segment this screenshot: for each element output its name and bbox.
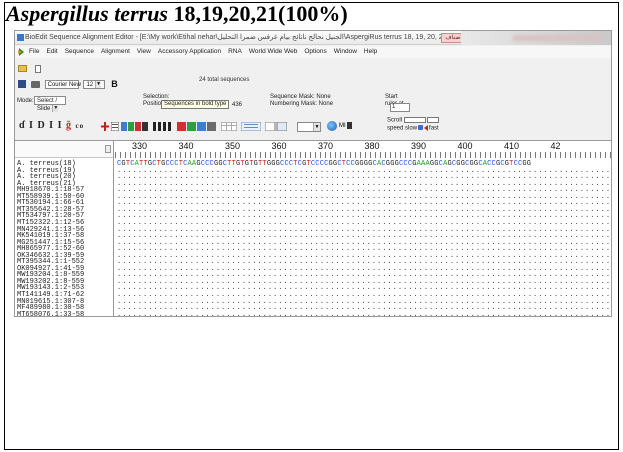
color-block-icons[interactable] [121, 122, 149, 131]
save-icon[interactable] [18, 80, 26, 88]
sequence-names-panel: A. terreus(18) A. terreus(19) A. terreus(2… [15, 141, 114, 316]
font-size-value: 12 [86, 81, 94, 88]
open-folder-icon[interactable] [18, 65, 27, 73]
view-select[interactable]: ▼ [297, 122, 321, 132]
menu-item-help[interactable]: Help [364, 48, 377, 55]
grid-icon[interactable] [111, 122, 119, 131]
speed-label: speed [387, 125, 404, 132]
figure-title: Aspergillus terrus 18,19,20,21(100%) [6, 1, 348, 27]
bar-icons[interactable] [153, 122, 173, 131]
block-icon [346, 122, 352, 129]
title-bar-controls[interactable] [461, 31, 611, 45]
menu-item-file[interactable]: File [29, 48, 39, 55]
ruler-label: 370 [318, 141, 334, 151]
menu-item-view[interactable]: View [137, 48, 151, 55]
font-toolbar: Courier New▼ 12▼ B [18, 77, 118, 91]
scroll-label: Scroll [387, 117, 403, 124]
menu-item-accessory-application[interactable]: Accessory Application [158, 48, 221, 55]
alignment-panel: A. terreus(18) A. terreus(19) A. terreus(2… [15, 140, 611, 316]
font-name-value: Courier New [47, 81, 81, 88]
ruler-label: 350 [225, 141, 241, 151]
blurred-area [513, 35, 603, 41]
title-bar: BioEdit Sequence Alignment Editor - [E:\… [15, 31, 611, 45]
ruler-label: 390 [411, 141, 427, 151]
menu-item-window[interactable]: Window [334, 48, 357, 55]
mil-label[interactable]: MI [339, 122, 352, 129]
scroll-arrow-icon[interactable] [105, 145, 111, 153]
ruler-label: 400 [457, 141, 473, 151]
total-sequences: 24 total sequences [199, 77, 250, 83]
hatch-icon[interactable] [241, 122, 261, 131]
ruler-label: 42 [550, 141, 561, 151]
sequence-mask: Sequence Mask: None [270, 94, 331, 100]
ruler-label: 360 [271, 141, 287, 151]
bold-button[interactable]: B [111, 79, 118, 89]
mask-info: Sequence Mask: None Numbering Mask: None [270, 94, 333, 108]
chevron-down-icon: ▼ [313, 123, 320, 131]
tooltip: Sequences in bold type [161, 100, 230, 109]
arrow-left-icon[interactable] [424, 124, 429, 131]
shade-icons[interactable] [177, 122, 217, 131]
chevron-down-icon: ▼ [95, 80, 102, 88]
scroll-bar[interactable] [403, 117, 426, 123]
slow-label: slow [405, 125, 418, 132]
window-title: BioEdit Sequence Alignment Editor - [E:\… [25, 34, 449, 41]
bioedit-window: BioEdit Sequence Alignment Editor - [E:\… [14, 30, 612, 317]
sequence-name[interactable]: MT658076.1:33-58 [17, 311, 84, 316]
font-size-select[interactable]: 12 ▼ [83, 79, 106, 89]
menu-item-sequence[interactable]: Sequence [65, 48, 94, 55]
position-value: 436 [232, 102, 243, 108]
menu-bar: File Edit Sequence Alignment View Accessory A… [15, 46, 611, 58]
ruler-label: 410 [504, 141, 520, 151]
ruler-start-input[interactable]: 1 [390, 103, 410, 112]
print-icon[interactable] [30, 80, 40, 88]
menu-item-alignment[interactable]: Alignment [101, 48, 130, 55]
arrange-icon[interactable] [265, 122, 287, 131]
table-icon[interactable] [221, 122, 237, 131]
numbering-mask: Numbering Mask: None [270, 101, 334, 107]
menu-item-rna[interactable]: RNA [228, 48, 242, 55]
species-name: Aspergillus terrus [6, 1, 168, 26]
mode-select[interactable]: Select / Slide ▼ [34, 96, 66, 112]
menu-item-options[interactable]: Options [304, 48, 326, 55]
ruler-ticks [115, 152, 611, 158]
new-file-icon[interactable] [35, 64, 42, 73]
scroll-speed: Scroll speed slow fast [387, 117, 440, 132]
mode-label: Mode: [17, 98, 34, 104]
file-toolbar [18, 60, 42, 73]
menu-items: File Edit Sequence Alignment View Accessory A… [29, 46, 384, 58]
fast-label: fast [429, 125, 439, 132]
bioedit-logo-icon [18, 48, 24, 56]
menu-item-edit[interactable]: Edit [46, 48, 57, 55]
ruler-label: 340 [178, 141, 194, 151]
start-label: Start [385, 94, 398, 100]
globe-icon[interactable] [327, 121, 337, 131]
chevron-down-icon: ▼ [52, 105, 59, 112]
ruler-label: 380 [364, 141, 380, 151]
menu-item-world-wide-web[interactable]: World Wide Web [249, 48, 298, 55]
names-header [15, 141, 113, 158]
edit-toolbar: ɗ I D I I ğ co ▼ MI Scroll speed slow fas… [15, 117, 611, 137]
strain-label: 18,19,20,21(100%) [173, 1, 348, 26]
plus-icon[interactable] [101, 122, 109, 131]
mil-text: MI [339, 123, 346, 130]
position-ruler: 330 340 350 360 370 380 390 400 410 42 [115, 141, 611, 158]
scroll-bar-right[interactable] [427, 117, 440, 123]
font-name-select[interactable]: Courier New▼ [44, 79, 89, 89]
sequence-row[interactable]: ........................................… [117, 311, 611, 316]
speed-slider-icon[interactable] [418, 125, 424, 131]
app-icon [17, 34, 24, 41]
mode-toolbar: Mode: Select / Slide ▼ Selection: Positio… [15, 91, 611, 115]
sequence-panel: 330 340 350 360 370 380 390 400 410 42 CGTCATTGCT… [115, 141, 611, 316]
ruler-label: 330 [132, 141, 148, 151]
format-buttons[interactable]: ɗ I D I I ğ co [19, 120, 84, 131]
